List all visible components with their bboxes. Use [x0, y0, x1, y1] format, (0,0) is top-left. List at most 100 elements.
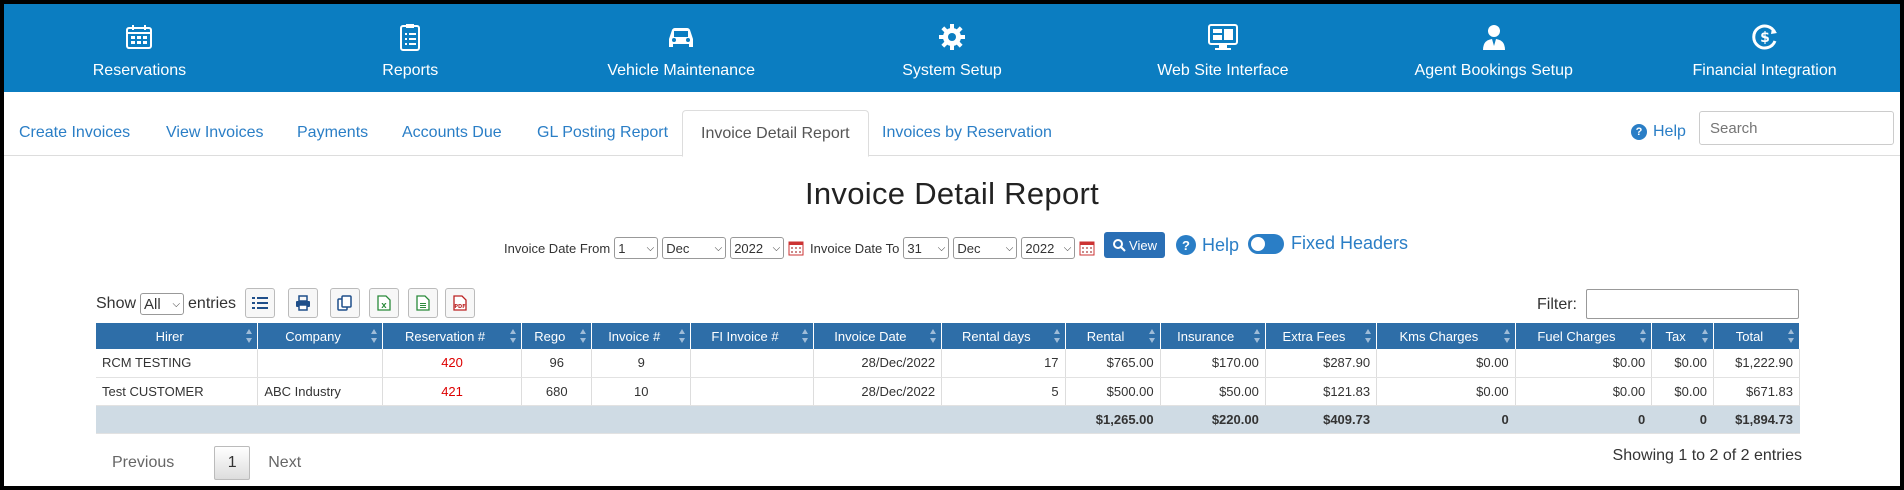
column-visibility-button[interactable] — [245, 288, 275, 318]
monitor-icon — [1206, 20, 1240, 54]
cell-fi-invoice — [690, 349, 814, 378]
table-row[interactable]: RCM TESTING 420 96 9 28/Dec/2022 17 $765… — [96, 349, 1801, 378]
col-header[interactable]: Rental days — [941, 323, 1066, 349]
footer-total-kms: 0 — [1376, 405, 1516, 434]
cell-insurance: $50.00 — [1160, 377, 1266, 406]
nav-reports[interactable]: Reports — [275, 4, 546, 92]
help-label: Help — [1202, 234, 1240, 255]
col-header[interactable]: Rental — [1065, 323, 1161, 349]
tab-accounts-due[interactable]: Accounts Due — [402, 110, 502, 156]
page-1-button[interactable]: 1 — [214, 446, 251, 480]
toggle-knob — [1251, 237, 1265, 251]
entries-select[interactable]: All ⌵ — [140, 293, 185, 315]
date-from-group: Invoice Date From 1 ⌵ Dec ⌵ 2022 ⌵ — [504, 236, 804, 260]
col-header[interactable]: Fuel Charges — [1515, 323, 1653, 349]
nav-system-setup[interactable]: System Setup — [817, 4, 1088, 92]
excel-export-button[interactable]: X — [369, 288, 399, 318]
help-link[interactable]: ? Help — [1631, 117, 1686, 147]
csv-file-icon — [416, 295, 430, 311]
view-label: View — [1129, 237, 1157, 253]
calendar-picker-icon[interactable] — [788, 240, 804, 256]
filter-label: Filter: — [1537, 296, 1577, 313]
footer-cell — [690, 405, 814, 434]
col-header[interactable]: Extra Fees — [1265, 323, 1378, 349]
next-page-button[interactable]: Next — [268, 454, 301, 472]
col-header[interactable]: Invoice Date — [813, 323, 943, 349]
tab-view-invoices[interactable]: View Invoices — [166, 110, 264, 156]
sort-icon — [580, 329, 587, 343]
search-input[interactable] — [1699, 111, 1894, 145]
cell-rego: 680 — [521, 377, 593, 406]
nav-label: Agent Bookings Setup — [1414, 62, 1573, 79]
list-icon — [252, 297, 268, 309]
tab-gl-posting-report[interactable]: GL Posting Report — [537, 110, 668, 156]
table-header-row: Hirer Company Reservation # Rego Invoice… — [96, 323, 1801, 349]
previous-page-button[interactable]: Previous — [112, 454, 174, 472]
cell-reservation-link[interactable]: 420 — [382, 349, 523, 378]
help-link-filters[interactable]: ? Help — [1176, 231, 1239, 259]
footer-cell — [813, 405, 943, 434]
tab-payments[interactable]: Payments — [297, 110, 368, 156]
col-header[interactable]: Hirer — [96, 323, 259, 349]
user-icon — [1477, 20, 1511, 54]
footer-grand-total: $1,894.73 — [1713, 405, 1801, 434]
tab-invoice-detail-report[interactable]: Invoice Detail Report — [682, 110, 869, 157]
nav-label: Reservations — [92, 62, 187, 79]
from-day-select[interactable]: 1 ⌵ — [614, 237, 659, 259]
calendar-picker-icon[interactable] — [1079, 240, 1095, 256]
col-header[interactable]: FI Invoice # — [690, 323, 814, 349]
csv-export-button[interactable] — [408, 288, 438, 318]
nav-label: Financial Integration — [1692, 62, 1837, 79]
pdf-export-button[interactable]: PDF — [445, 288, 475, 318]
calendar-icon — [122, 20, 156, 54]
dollar-cycle-icon: $ — [1748, 20, 1782, 54]
col-header[interactable]: Total — [1713, 323, 1801, 349]
sort-icon — [1053, 329, 1060, 343]
table-row[interactable]: Test CUSTOMER ABC Industry 421 680 10 28… — [96, 377, 1801, 406]
date-to-label: Invoice Date To — [810, 240, 900, 256]
tab-create-invoices[interactable]: Create Invoices — [19, 110, 130, 156]
cell-total: $671.83 — [1713, 377, 1801, 406]
cell-extra-fees: $121.83 — [1265, 377, 1378, 406]
nav-agent-bookings-setup[interactable]: Agent Bookings Setup — [1358, 4, 1629, 92]
cell-reservation-link[interactable]: 421 — [382, 377, 523, 406]
fixed-headers-toggle[interactable] — [1248, 234, 1284, 254]
sort-icon — [1503, 329, 1510, 343]
col-header[interactable]: Company — [257, 323, 383, 349]
sort-icon — [679, 329, 686, 343]
view-button[interactable]: View — [1104, 232, 1165, 258]
col-header[interactable]: Tax — [1651, 323, 1714, 349]
to-year-select[interactable]: 2022 ⌵ — [1021, 237, 1076, 259]
copy-button[interactable] — [330, 288, 360, 318]
col-header[interactable]: Insurance — [1160, 323, 1266, 349]
cell-rental: $500.00 — [1065, 377, 1161, 406]
nav-web-site-interface[interactable]: Web Site Interface — [1087, 4, 1358, 92]
col-header[interactable]: Invoice # — [591, 323, 692, 349]
pdf-file-icon: PDF — [453, 295, 467, 311]
from-month-select[interactable]: Dec ⌵ — [662, 237, 727, 259]
svg-text:$: $ — [1760, 30, 1770, 46]
cell-hirer: Test CUSTOMER — [96, 377, 259, 406]
to-day-select[interactable]: 31 ⌵ — [903, 237, 950, 259]
cell-rego: 96 — [521, 349, 593, 378]
to-month-select[interactable]: Dec ⌵ — [953, 237, 1018, 259]
nav-vehicle-maintenance[interactable]: Vehicle Maintenance — [546, 4, 817, 92]
cell-invoice-date: 28/Dec/2022 — [813, 377, 943, 406]
footer-cell — [591, 405, 692, 434]
filter-input[interactable] — [1586, 289, 1799, 319]
col-header[interactable]: Reservation # — [382, 323, 523, 349]
sort-icon — [801, 329, 808, 343]
from-year-select[interactable]: 2022 ⌵ — [730, 237, 785, 259]
nav-reservations[interactable]: Reservations — [4, 4, 275, 92]
col-header[interactable]: Rego — [521, 323, 593, 349]
col-header[interactable]: Kms Charges — [1376, 323, 1516, 349]
cell-rental: $765.00 — [1065, 349, 1161, 378]
nav-financial-integration[interactable]: $ Financial Integration — [1629, 4, 1900, 92]
tab-invoices-by-reservation[interactable]: Invoices by Reservation — [882, 110, 1052, 156]
sort-icon — [246, 329, 253, 343]
footer-cell — [96, 405, 259, 434]
sort-icon — [1640, 329, 1647, 343]
show-entries: Show All ⌵ entries — [96, 289, 236, 319]
cell-fi-invoice — [690, 377, 814, 406]
print-button[interactable] — [288, 288, 318, 318]
